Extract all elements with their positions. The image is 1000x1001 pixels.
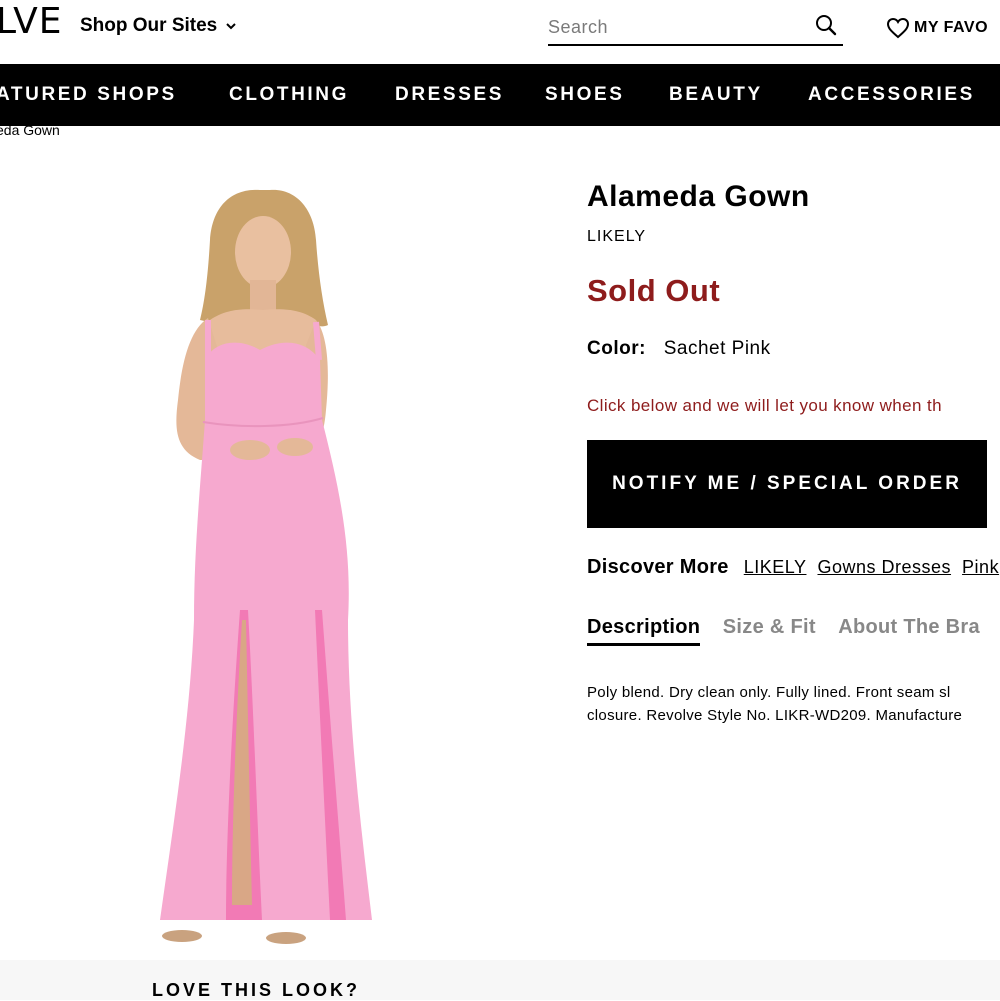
chevron-down-icon xyxy=(226,23,236,30)
search-input[interactable] xyxy=(548,12,798,42)
shop-our-sites-label: Shop Our Sites xyxy=(80,15,218,36)
tab-description[interactable]: Description xyxy=(587,616,701,646)
nav-item-featured-shops[interactable]: ATURED SHOPS xyxy=(0,84,177,106)
nav-item-beauty[interactable]: BEAUTY xyxy=(669,84,763,106)
breadcrumb[interactable]: eda Gown xyxy=(0,122,60,138)
discover-link-brand[interactable]: LIKELY xyxy=(744,557,807,577)
notify-message: Click below and we will let you know whe… xyxy=(587,396,942,415)
my-favorites-label: MY FAVO xyxy=(914,19,989,36)
nav-item-accessories[interactable]: ACCESSORIES xyxy=(808,84,975,106)
color-value: Sachet Pink xyxy=(663,338,771,359)
my-favorites-link[interactable]: MY FAVO xyxy=(886,17,988,39)
bottom-section xyxy=(0,960,1000,1000)
product-description: Poly blend. Dry clean only. Fully lined.… xyxy=(587,681,1000,727)
tab-size-fit[interactable]: Size & Fit xyxy=(723,616,816,643)
top-header: LVE Shop Our Sites MY FAVO xyxy=(0,0,1000,64)
color-row: Color: Sachet Pink xyxy=(587,338,771,360)
product-brand[interactable]: LIKELY xyxy=(587,228,646,246)
discover-link-pink[interactable]: Pink xyxy=(962,557,999,577)
product-image[interactable] xyxy=(90,160,450,960)
color-label: Color: xyxy=(587,338,646,359)
search-icon[interactable] xyxy=(813,12,839,38)
nav-item-clothing[interactable]: CLOTHING xyxy=(229,84,349,106)
nav-item-shoes[interactable]: SHOES xyxy=(545,84,625,106)
nav-item-dresses[interactable]: DRESSES xyxy=(395,84,504,106)
love-this-look-heading: LOVE THIS LOOK? xyxy=(152,980,361,1000)
product-tabs: Description Size & Fit About The Bra xyxy=(587,616,1000,656)
notify-me-button[interactable]: NOTIFY ME / SPECIAL ORDER xyxy=(587,440,987,528)
search-bar xyxy=(548,10,843,46)
discover-more: Discover More LIKELY Gowns Dresses Pink xyxy=(587,556,1000,579)
main-nav: ATURED SHOPS CLOTHING DRESSES SHOES BEAU… xyxy=(0,64,1000,126)
heart-icon xyxy=(886,17,910,39)
product-title: Alameda Gown xyxy=(587,180,810,213)
description-line: Poly blend. Dry clean only. Fully lined.… xyxy=(587,684,951,701)
discover-more-label: Discover More xyxy=(587,556,729,578)
discover-link-gowns[interactable]: Gowns Dresses xyxy=(817,557,951,577)
shop-our-sites-dropdown[interactable]: Shop Our Sites xyxy=(80,15,237,37)
description-line: closure. Revolve Style No. LIKR-WD209. M… xyxy=(587,707,963,724)
stock-status: Sold Out xyxy=(587,273,721,308)
gown-model-photo xyxy=(160,189,372,944)
site-logo[interactable]: LVE xyxy=(0,2,62,42)
tab-about-brand[interactable]: About The Bra xyxy=(838,616,980,643)
